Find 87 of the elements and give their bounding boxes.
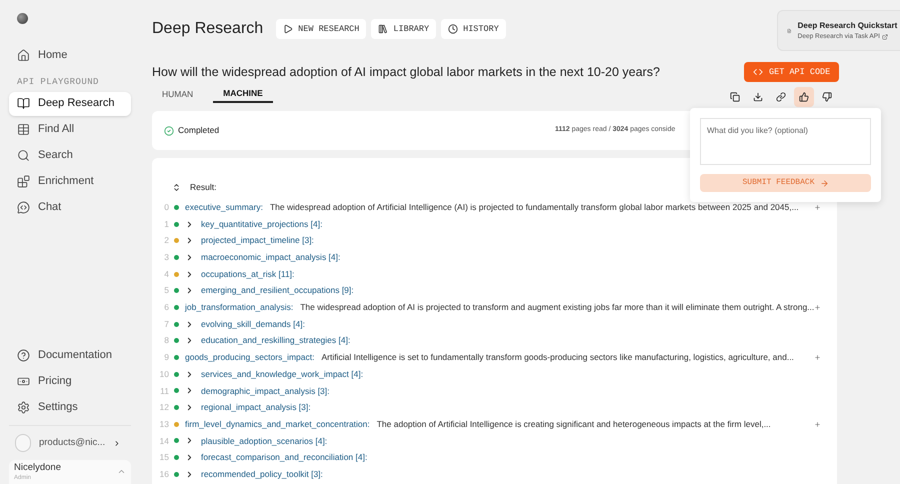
sidebar-item[interactable]: Find All xyxy=(9,118,131,142)
tree-key: goods_producing_sectors_impact: xyxy=(185,351,314,364)
chat-icon xyxy=(17,201,30,214)
external-link-icon xyxy=(882,34,888,40)
line-number: 16 xyxy=(158,468,170,481)
avatar xyxy=(15,434,31,452)
thumbs-up-icon xyxy=(799,92,810,102)
tree-key[interactable]: projected_impact_timeline [3]: xyxy=(201,234,314,248)
tree-key[interactable]: regional_impact_analysis [3]: xyxy=(201,401,311,414)
code-icon xyxy=(753,67,764,77)
chevron-icon xyxy=(117,467,126,476)
feedback-field[interactable]: What did you like? (optional) xyxy=(700,118,871,165)
table-icon xyxy=(17,123,30,136)
header-button[interactable]: NEW RESEARCH xyxy=(276,19,366,39)
sidebar-item[interactable]: Documentation xyxy=(9,343,131,367)
view-tab[interactable]: MACHINE xyxy=(213,85,273,103)
tree-key[interactable]: plausible_adoption_scenarios [4]: xyxy=(201,434,328,448)
sidebar-item[interactable]: Search xyxy=(9,144,131,168)
header-button[interactable]: LIBRARY xyxy=(371,19,436,39)
library-icon xyxy=(378,24,388,34)
tree-key[interactable]: key_quantitative_projections [4]: xyxy=(201,218,322,230)
header-button[interactable]: HISTORY xyxy=(441,19,506,39)
line-number: 4 xyxy=(163,268,170,280)
play-icon xyxy=(283,24,294,34)
line-number: 10 xyxy=(158,368,170,381)
tree-value: The widespread adoption of AI is projected to transform and augment existing jobs far more than it will eliminate them outright. A strong... xyxy=(300,301,814,314)
link-icon xyxy=(776,92,786,102)
download-icon xyxy=(753,92,764,102)
tree-key: job_transformation_analysis: xyxy=(185,301,294,314)
tree-key[interactable]: occupations_at_risk [11]: xyxy=(201,268,294,280)
tree-key[interactable]: services_and_knowledge_work_impact [4]: xyxy=(201,368,364,381)
expand-icon[interactable] xyxy=(814,204,822,211)
line-number: 5 xyxy=(163,284,170,298)
line-number: 1 xyxy=(163,218,170,230)
line-number: 11 xyxy=(159,384,170,398)
line-number: 14 xyxy=(158,434,170,448)
section-title: API PLAYGROUND xyxy=(16,76,100,89)
quickstart-title: Deep Research Quickstart xyxy=(798,20,898,32)
search-icon xyxy=(17,149,30,162)
book-icon xyxy=(17,97,30,110)
line-number: 7 xyxy=(163,318,170,331)
tree-value: The widespread adoption of Artificial Intelligence (AI) is projected to fundamentally transform global labor markets between 2025 and 2045,... xyxy=(270,200,799,214)
line-number: 6 xyxy=(163,301,170,314)
sidebar-item[interactable]: Home xyxy=(9,43,131,67)
line-number: 2 xyxy=(163,234,170,248)
sidebar-item[interactable]: Settings xyxy=(9,395,131,419)
tree-key[interactable]: evolving_skill_demands [4]: xyxy=(201,318,305,331)
tree-key: firm_level_dynamics_and_market_concentration: xyxy=(185,418,370,431)
clock-icon xyxy=(448,24,458,34)
line-number: 12 xyxy=(158,401,170,414)
arrow-right-icon xyxy=(820,178,828,188)
line-number: 15 xyxy=(158,451,170,464)
tree-key[interactable]: recommended_policy_toolkit [3]: xyxy=(201,468,323,481)
page-title: Deep Research xyxy=(152,19,264,39)
copy-icon xyxy=(730,92,740,102)
tree-key[interactable]: forecast_comparison_and_reconciliation [4]: xyxy=(201,451,368,464)
tree-key[interactable]: education_and_reskilling_strategies [4]: xyxy=(201,334,350,348)
sidebar-item[interactable]: Enrichment xyxy=(9,170,131,194)
line-number: 13 xyxy=(158,418,170,431)
account-menu[interactable]: products@nic... xyxy=(9,428,131,458)
home-icon xyxy=(17,48,30,62)
sidebar-item[interactable]: Chat xyxy=(9,196,131,220)
collapse-icon[interactable] xyxy=(172,182,181,192)
line-number: 0 xyxy=(163,200,170,214)
action-button[interactable] xyxy=(794,87,814,107)
line-number: 3 xyxy=(163,251,170,264)
sidebar-item[interactable]: Deep Research xyxy=(9,92,131,116)
sidebar-item[interactable]: Pricing xyxy=(9,369,131,393)
chevron-icon xyxy=(113,438,121,448)
check-icon xyxy=(164,126,174,136)
line-number: 8 xyxy=(163,334,170,348)
thumbs-down-icon xyxy=(822,92,832,102)
tree-key[interactable]: macroeconomic_impact_analysis [4]: xyxy=(201,251,340,264)
question-title: How will the widespread adoption of AI impact global labor markets in the next 10-20 years? xyxy=(152,64,660,81)
help-icon xyxy=(17,348,30,362)
status-label: Completed xyxy=(178,124,220,137)
tree-key: executive_summary: xyxy=(185,200,263,214)
blocks-icon xyxy=(17,175,30,188)
tree-key[interactable]: demographic_impact_analysis [3]: xyxy=(201,384,330,398)
settings-icon xyxy=(17,400,30,414)
tree-value: The adoption of Artificial Intelligence is creating significant and heterogeneous impacts at the firm level,... xyxy=(376,418,771,431)
logo-icon xyxy=(17,13,28,24)
tree-key[interactable]: emerging_and_resilient_occupations [9]: xyxy=(201,284,354,298)
tree-value: Artificial Intelligence is set to fundamentally transform goods-producing sectors like manufacturing, logistics, agriculture, and... xyxy=(321,351,794,364)
view-tab[interactable]: HUMAN xyxy=(152,85,204,103)
line-number: 9 xyxy=(163,351,170,364)
result-label: Result: xyxy=(190,180,216,194)
